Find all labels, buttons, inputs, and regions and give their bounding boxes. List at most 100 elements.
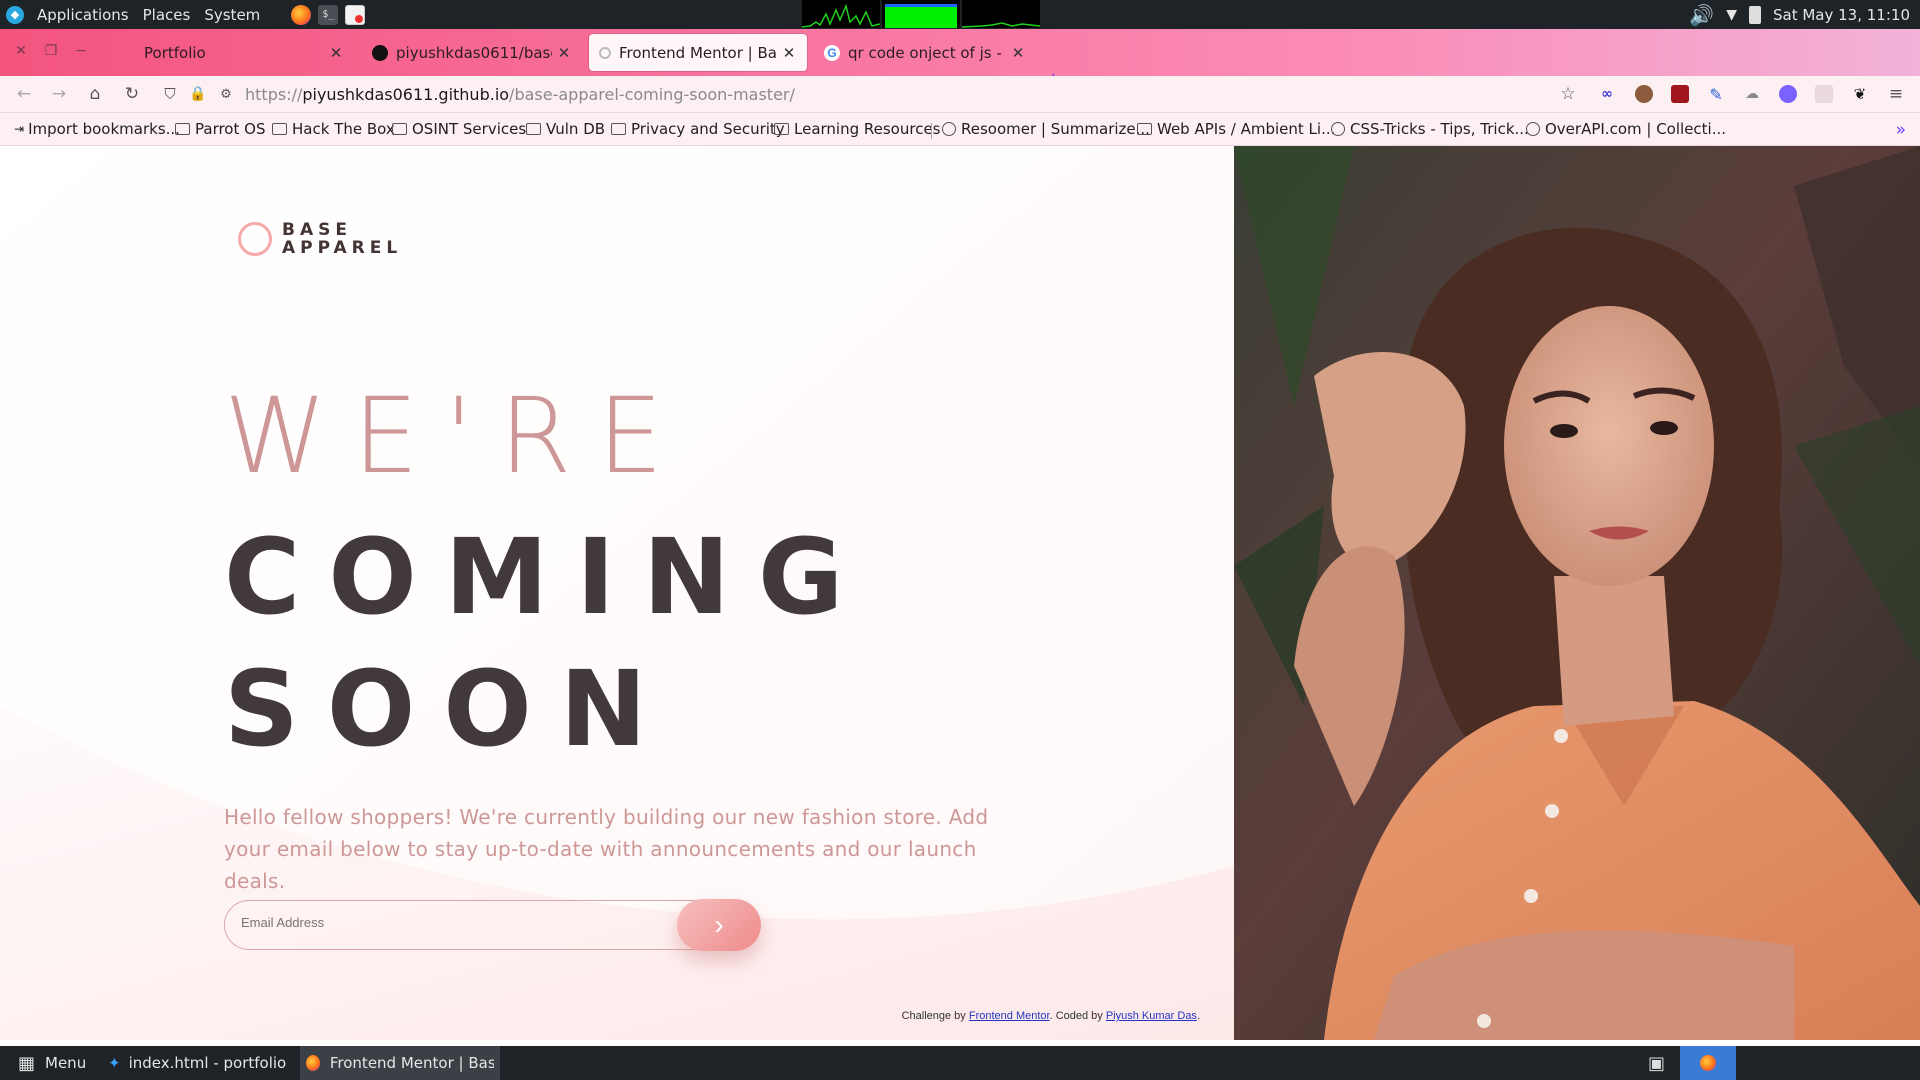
bookmark-overapi[interactable]: OverAPI.com | Collecti...: [1526, 120, 1726, 138]
author-link[interactable]: Piyush Kumar Das: [1106, 1010, 1197, 1022]
bookmarks-overflow-icon[interactable]: »: [1896, 120, 1906, 140]
home-icon[interactable]: ⌂: [85, 84, 105, 104]
bookmark-label: Import bookmarks...: [28, 120, 180, 138]
tab-close-icon[interactable]: ✕: [1010, 44, 1026, 62]
clock[interactable]: Sat May 13, 11:10: [1773, 6, 1910, 24]
brand-line-2: APPAREL: [282, 238, 403, 258]
tab-google-search[interactable]: G qr code onject of js - Goo ✕: [814, 34, 1036, 71]
bookmark-label: Learning Resources: [794, 120, 941, 138]
google-icon: G: [824, 44, 840, 61]
workspace-icon[interactable]: ▣: [1648, 1053, 1665, 1074]
task-firefox[interactable]: Frontend Mentor | Base...: [300, 1046, 500, 1080]
bookmark-label: Hack The Box: [292, 120, 395, 138]
vscode-icon: ✦: [108, 1054, 121, 1072]
window-close-icon[interactable]: ✕: [12, 43, 30, 59]
bookmarks-toolbar: ⇥ Import bookmarks... Parrot OS Hack The …: [0, 113, 1920, 146]
browser-tab-bar: ✕ ❐ − Portfolio ✕ piyushkdas0611/base-ap…: [0, 29, 1920, 92]
globe-icon: [1526, 122, 1540, 136]
text-editor-launcher-icon[interactable]: [345, 4, 366, 25]
tab-title: Frontend Mentor | Base A: [619, 43, 777, 62]
volume-icon[interactable]: 🔊: [1689, 3, 1714, 27]
bookmark-label: OSINT Services: [412, 120, 527, 138]
permissions-icon[interactable]: ⚙: [216, 84, 236, 104]
avatar-extension-icon[interactable]: [1635, 85, 1653, 103]
folder-icon: [611, 123, 626, 135]
window-minimize-icon[interactable]: −: [72, 43, 90, 59]
bookmark-star-icon[interactable]: ☆: [1558, 84, 1578, 104]
battery-icon[interactable]: [1749, 5, 1761, 24]
tab-github[interactable]: piyushkdas0611/base-app ✕: [362, 34, 582, 71]
grid-menu-icon: ▦: [18, 1052, 36, 1074]
bookmark-folder-osint[interactable]: OSINT Services: [392, 120, 526, 138]
menu-button[interactable]: ▦ Menu: [6, 1046, 92, 1080]
bookmark-label: Vuln DB: [546, 120, 606, 138]
task-label: Frontend Mentor | Base...: [329, 1054, 494, 1072]
bookmark-css-tricks[interactable]: CSS-Tricks - Tips, Trick...: [1331, 120, 1529, 138]
loading-icon: [599, 46, 611, 59]
cloud-extension-icon[interactable]: ☁: [1743, 85, 1761, 103]
bookmark-folder-htb[interactable]: Hack The Box: [272, 120, 395, 138]
grid-extension-icon[interactable]: [1815, 85, 1833, 103]
bookmark-resoomer[interactable]: Resoomer | Summarize...: [942, 120, 1150, 138]
tab-close-icon[interactable]: ✕: [556, 44, 572, 62]
brand-logo[interactable]: BASE APPAREL: [238, 221, 402, 257]
shield-icon[interactable]: ⛉: [160, 84, 180, 104]
wifi-icon[interactable]: ▼: [1726, 7, 1737, 23]
credits-mid: . Coded by: [1049, 1010, 1103, 1022]
url-field[interactable]: https://piyushkdas0611.github.io/base-ap…: [245, 85, 795, 104]
folder-icon: [774, 123, 789, 135]
bookmark-label: CSS-Tricks - Tips, Trick...: [1350, 120, 1529, 138]
submit-button[interactable]: ›: [677, 899, 761, 951]
purple-extension-icon[interactable]: [1779, 85, 1797, 103]
desktop: ◆ Applications Places System $_ 🔊 ▼ Sat …: [0, 0, 1920, 1080]
system-tray: 🔊 ▼ Sat May 13, 11:10: [1689, 0, 1910, 29]
task-vscode[interactable]: ✦ index.html - portfolio ...: [102, 1046, 298, 1080]
frontend-mentor-link[interactable]: Frontend Mentor: [969, 1010, 1050, 1022]
workspace-switcher[interactable]: [1680, 1046, 1736, 1080]
url-scheme: https://: [245, 85, 303, 104]
globe-icon: [942, 122, 956, 136]
folder-icon: [272, 123, 287, 135]
bookmark-web-apis[interactable]: Web APIs / Ambient Li...: [1137, 120, 1335, 138]
folder-icon: [526, 123, 541, 135]
window-restore-icon[interactable]: ❐: [42, 43, 60, 59]
tab-portfolio[interactable]: Portfolio ✕: [134, 34, 354, 71]
bookmark-label: OverAPI.com | Collecti...: [1545, 120, 1727, 138]
lock-icon[interactable]: 🔒: [188, 84, 208, 104]
heading-light: WE'RE: [224, 375, 690, 497]
bookmark-label: Resoomer | Summarize...: [961, 120, 1150, 138]
tab-frontend-mentor[interactable]: Frontend Mentor | Base A ✕: [589, 34, 807, 71]
applications-menu[interactable]: Applications: [30, 0, 136, 29]
hamburger-menu-icon[interactable]: ≡: [1886, 84, 1906, 104]
pocket-extension-icon[interactable]: ❦: [1851, 85, 1869, 103]
bookmark-folder-vulndb[interactable]: Vuln DB: [526, 120, 605, 138]
heading-dark: COMING SOON: [224, 516, 872, 770]
bookmark-folder-privacy[interactable]: Privacy and Security: [611, 120, 785, 138]
email-input[interactable]: [241, 915, 571, 930]
bookmark-import[interactable]: ⇥ Import bookmarks...: [14, 120, 180, 138]
places-menu[interactable]: Places: [136, 0, 198, 29]
bookmark-folder-parrot[interactable]: Parrot OS: [175, 120, 265, 138]
url-path: /base-apparel-coming-soon-master/: [509, 85, 795, 104]
system-menu[interactable]: System: [197, 0, 267, 29]
wrench-extension-icon[interactable]: ✎: [1707, 85, 1725, 104]
back-icon[interactable]: ←: [14, 84, 34, 104]
brand-line-1: BASE: [282, 220, 352, 240]
tab-close-icon[interactable]: ✕: [781, 44, 797, 62]
memory-monitor: [882, 0, 960, 28]
bookmark-folder-learning[interactable]: Learning Resources: [774, 120, 941, 138]
system-monitors: [802, 0, 1040, 28]
reload-icon[interactable]: ↻: [122, 84, 142, 104]
bookmark-label: Parrot OS: [195, 120, 266, 138]
ublock-extension-icon[interactable]: [1671, 85, 1689, 103]
tab-close-icon[interactable]: ✕: [328, 44, 344, 62]
infinity-extension-icon[interactable]: ∞: [1598, 85, 1616, 103]
content-panel: BASE APPAREL WE'RE COMING SOON Hello fel…: [0, 146, 1234, 1040]
browser-nav-bar: ← → ⌂ ↻ ⛉ 🔒 ⚙ https://piyushkdas0611.git…: [0, 76, 1920, 113]
terminal-launcher-icon[interactable]: $_: [318, 4, 339, 25]
parrot-logo-icon[interactable]: ◆: [6, 5, 24, 24]
bookmark-label: Privacy and Security: [631, 120, 785, 138]
forward-icon[interactable]: →: [49, 84, 69, 104]
firefox-launcher-icon[interactable]: [291, 4, 312, 25]
firefox-workspace-icon: [1700, 1055, 1716, 1071]
